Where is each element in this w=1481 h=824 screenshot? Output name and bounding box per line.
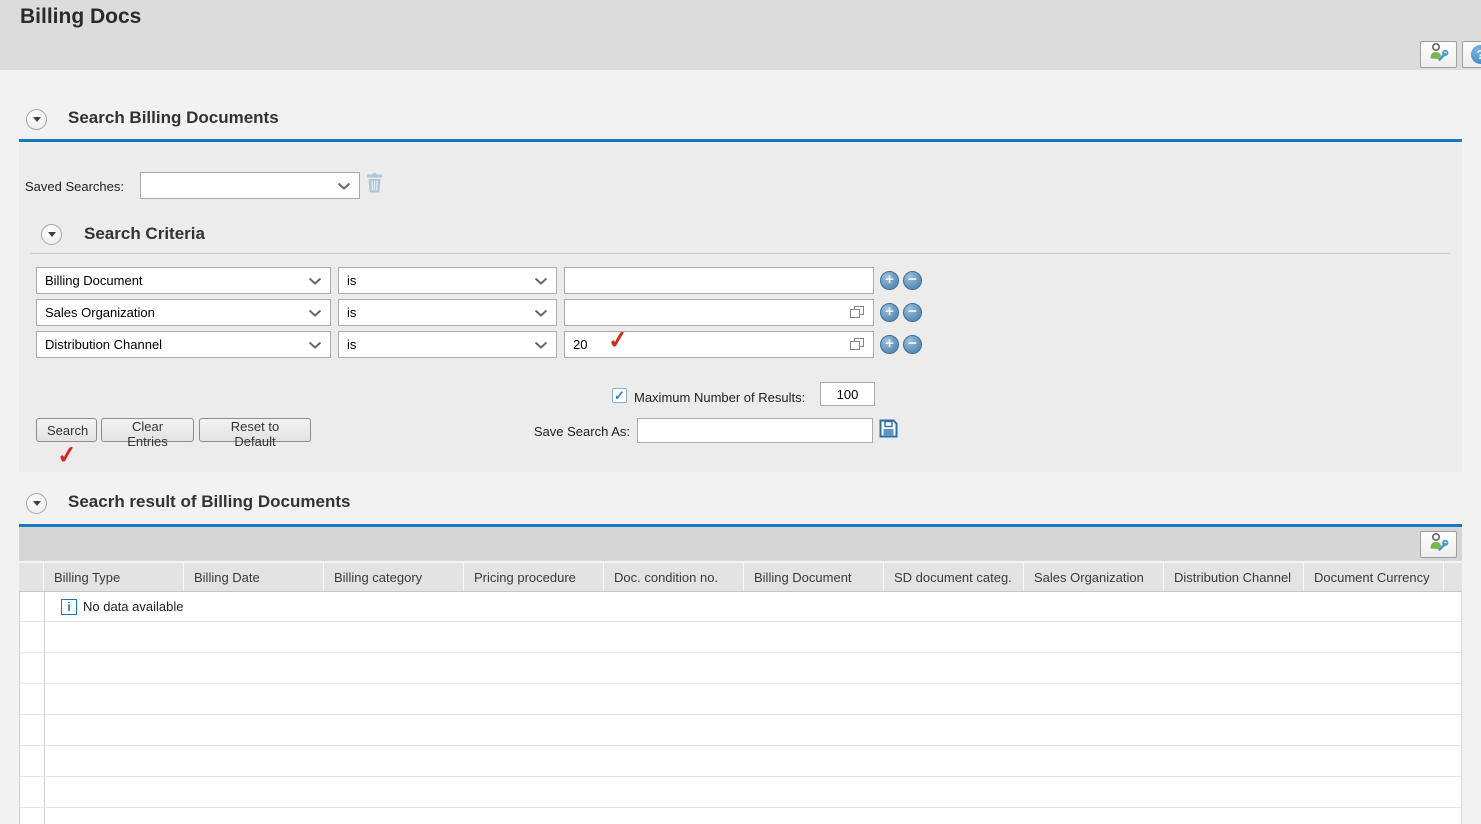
save-search-button[interactable]: [879, 419, 898, 443]
trash-icon: [366, 173, 383, 197]
empty-table-row: [20, 715, 1461, 746]
chevron-down-icon: [534, 341, 548, 349]
criteria-operator-value: is: [347, 273, 357, 288]
criteria-field-value: Sales Organization: [45, 305, 155, 320]
annotation-checkmark: ✓: [606, 326, 630, 355]
select-all-column-header[interactable]: [19, 563, 44, 591]
empty-table-row: [20, 653, 1461, 684]
criteria-operator-value: is: [347, 305, 357, 320]
column-header-sales-organization[interactable]: Sales Organization: [1024, 563, 1164, 591]
empty-table-row: [20, 777, 1461, 808]
criteria-title: Search Criteria: [84, 224, 205, 243]
criteria-operator-select-1[interactable]: is: [338, 267, 557, 294]
table-toolbar: [19, 527, 1462, 561]
empty-table-row: [20, 746, 1461, 777]
empty-table-row: [20, 622, 1461, 653]
saved-searches-select[interactable]: [140, 172, 360, 199]
help-button[interactable]: ?: [1462, 41, 1481, 68]
column-header-filler: [1444, 563, 1462, 591]
search-section-title: Search Billing Documents: [68, 108, 279, 127]
row-selector-cell: [20, 746, 45, 776]
delete-saved-search-button[interactable]: [366, 173, 383, 198]
criteria-value-input-2[interactable]: [564, 299, 874, 326]
criteria-collapse-button[interactable]: [41, 224, 62, 245]
annotation-checkmark: ✓: [55, 441, 79, 470]
chevron-down-icon: [308, 341, 322, 349]
billing-docs-app: Billing Docs ? Search Billing Documents …: [0, 0, 1481, 824]
chevron-down-icon: [337, 182, 351, 190]
column-header-billing-type[interactable]: Billing Type: [44, 563, 184, 591]
criteria-field-select-2[interactable]: Sales Organization: [36, 299, 331, 326]
row-selector-cell: [20, 777, 45, 807]
person-wrench-icon: [1428, 532, 1449, 557]
criteria-operator-select-2[interactable]: is: [338, 299, 557, 326]
column-header-billing-category[interactable]: Billing category: [324, 563, 464, 591]
empty-table-row: [20, 808, 1461, 824]
save-search-input[interactable]: [637, 418, 873, 443]
results-table: Billing Type Billing Date Billing catego…: [19, 527, 1462, 824]
floppy-disk-icon: [879, 419, 898, 442]
table-personalize-button[interactable]: [1420, 531, 1457, 558]
column-header-distribution-channel[interactable]: Distribution Channel: [1164, 563, 1304, 591]
personalize-button[interactable]: [1420, 41, 1457, 68]
chevron-down-icon: [534, 309, 548, 317]
criteria-field-select-1[interactable]: Billing Document: [36, 267, 331, 294]
results-section-collapse-button[interactable]: [26, 493, 47, 514]
add-criteria-row-button[interactable]: +: [880, 303, 899, 322]
chevron-down-icon: [32, 501, 41, 506]
criteria-value-input-1[interactable]: [564, 267, 874, 294]
column-header-billing-document[interactable]: Billing Document: [744, 563, 884, 591]
criteria-operator-value: is: [347, 337, 357, 352]
clear-entries-button[interactable]: Clear Entries: [101, 418, 194, 449]
save-search-label: Save Search As:: [533, 424, 630, 439]
person-wrench-icon: [1428, 42, 1449, 67]
row-selector-cell: [20, 653, 45, 683]
max-results-input[interactable]: [820, 382, 875, 406]
row-selector-cell: [20, 715, 45, 745]
chevron-down-icon: [308, 309, 322, 317]
reset-to-default-button[interactable]: Reset to Default: [199, 418, 311, 449]
add-criteria-row-button[interactable]: +: [880, 335, 899, 354]
no-data-row: i No data available: [20, 592, 1461, 622]
criteria-field-value: Distribution Channel: [45, 337, 163, 352]
row-selector-cell: [20, 622, 45, 652]
row-selector-cell: [20, 684, 45, 714]
search-section-collapse-button[interactable]: [26, 109, 47, 130]
table-body: i No data available: [19, 592, 1462, 824]
saved-searches-label: Saved Searches:: [25, 179, 125, 194]
empty-table-row: [20, 684, 1461, 715]
checkmark-icon: ✓: [614, 387, 625, 403]
no-data-message: No data available: [83, 599, 184, 614]
column-header-doc-condition-no[interactable]: Doc. condition no.: [604, 563, 744, 591]
criteria-field-value: Billing Document: [45, 273, 143, 288]
question-circle-icon: ?: [1471, 45, 1481, 64]
info-icon: i: [61, 598, 77, 615]
criteria-field-select-3[interactable]: Distribution Channel: [36, 331, 331, 358]
column-header-pricing-procedure[interactable]: Pricing procedure: [464, 563, 604, 591]
chevron-down-icon: [308, 277, 322, 285]
criteria-operator-select-3[interactable]: is: [338, 331, 557, 358]
remove-criteria-row-button[interactable]: −: [903, 303, 922, 322]
page-title: Billing Docs: [20, 5, 142, 28]
remove-criteria-row-button[interactable]: −: [903, 335, 922, 354]
search-button[interactable]: Search: [36, 418, 97, 442]
chevron-down-icon: [47, 232, 56, 237]
max-results-label: Maximum Number of Results:: [634, 390, 806, 405]
results-section-title: Seacrh result of Billing Documents: [68, 492, 351, 511]
top-header-bar: Billing Docs ?: [0, 0, 1481, 70]
chevron-down-icon: [534, 277, 548, 285]
value-help-icon[interactable]: [849, 305, 865, 320]
add-criteria-row-button[interactable]: +: [880, 271, 899, 290]
remove-criteria-row-button[interactable]: −: [903, 271, 922, 290]
column-header-sd-document-categ[interactable]: SD document categ.: [884, 563, 1024, 591]
max-results-checkbox[interactable]: ✓: [612, 388, 627, 403]
criteria-divider: [30, 253, 1450, 254]
row-selector-cell: [20, 808, 45, 824]
column-header-billing-date[interactable]: Billing Date: [184, 563, 324, 591]
value-help-icon[interactable]: [849, 337, 865, 352]
table-header-row: Billing Type Billing Date Billing catego…: [19, 561, 1462, 592]
row-selector-cell: [20, 592, 45, 621]
chevron-down-icon: [32, 117, 41, 122]
column-header-document-currency[interactable]: Document Currency: [1304, 563, 1444, 591]
